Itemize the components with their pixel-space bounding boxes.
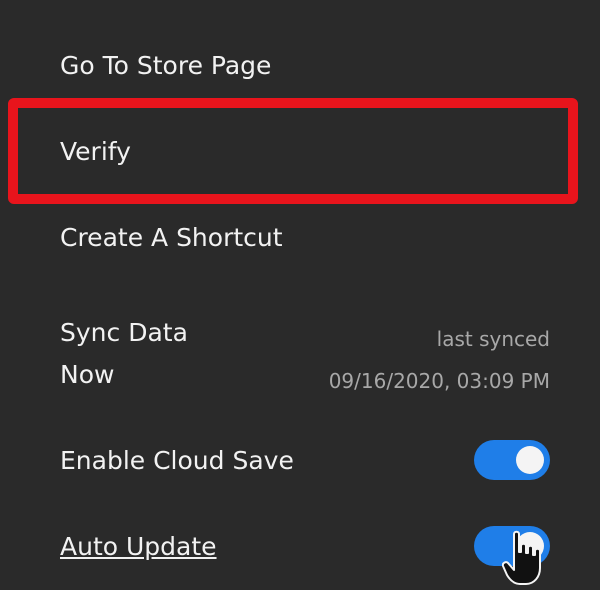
auto-update-label[interactable]: Auto Update: [60, 532, 217, 561]
menu-item-create-a-shortcut[interactable]: Create A Shortcut: [60, 224, 283, 252]
menu-item-go-to-store-page[interactable]: Go To Store Page: [60, 52, 271, 80]
enable-cloud-save-toggle[interactable]: [474, 440, 550, 480]
toggle-knob: [516, 446, 544, 474]
last-synced-label: last synced: [436, 327, 550, 351]
game-options-menu: Go To Store Page Verify Create A Shortcu…: [0, 0, 600, 590]
sync-data-now-label: Sync Data Now: [60, 318, 188, 389]
enable-cloud-save-row: Enable Cloud Save: [60, 440, 550, 486]
menu-item-verify[interactable]: Verify: [60, 138, 131, 166]
menu-item-sync-data-now[interactable]: Sync Data Now last synced 09/16/2020, 03…: [60, 312, 550, 393]
auto-update-toggle[interactable]: [474, 526, 550, 566]
toggle-knob: [516, 532, 544, 560]
last-synced-info: last synced 09/16/2020, 03:09 PM: [329, 318, 550, 402]
enable-cloud-save-label: Enable Cloud Save: [60, 446, 294, 475]
last-synced-time: 09/16/2020, 03:09 PM: [328, 369, 550, 393]
auto-update-row: Auto Update: [60, 526, 550, 572]
